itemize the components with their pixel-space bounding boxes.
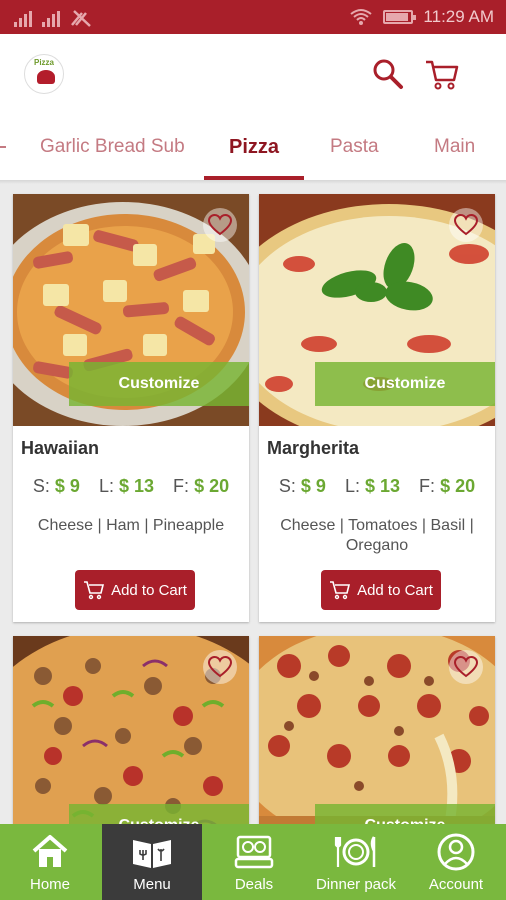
price-small-label: S:: [278, 476, 296, 496]
product-card-margherita[interactable]: Customize Margherita S: $ 9 L: $ 13 F: $…: [259, 194, 495, 622]
heart-icon: [208, 656, 232, 678]
wifi-icon: [350, 9, 373, 25]
price-family: $ 20: [440, 476, 476, 496]
home-icon: [32, 835, 68, 867]
app-header: Pizza: [0, 34, 506, 114]
dinner-icon: [334, 836, 376, 867]
nav-account[interactable]: Account: [406, 824, 506, 900]
ingredients-list: Cheese | Ham | Pineapple: [37, 517, 225, 534]
favorite-button[interactable]: [449, 208, 483, 242]
customize-button[interactable]: Customize: [315, 362, 495, 406]
signal-icon: [42, 11, 60, 27]
nav-home[interactable]: Home: [0, 824, 100, 900]
tab-pizza[interactable]: Pizza: [229, 136, 279, 159]
logo-pizza-icon: [37, 70, 55, 84]
price-large: $ 13: [364, 476, 401, 496]
add-to-cart-label: Add to Cart: [357, 581, 433, 599]
status-icons-right: 11:29 AM: [349, 7, 494, 27]
product-name: Margherita: [267, 438, 360, 458]
cart-icon: [426, 60, 459, 90]
price-list: S: $ 9 L: $ 13 F: $ 20: [13, 476, 249, 497]
app-logo[interactable]: Pizza: [24, 54, 64, 94]
search-icon: [373, 59, 403, 89]
price-family: $ 20: [194, 476, 230, 496]
tab-garlic-bread-sub[interactable]: Garlic Bread Sub: [40, 136, 185, 158]
price-large-label: L:: [98, 476, 114, 496]
nav-label: Menu: [133, 876, 171, 893]
nav-label: Account: [428, 876, 484, 893]
ingredients-list: Cheese | Tomatoes | Basil | Oregano: [280, 517, 474, 554]
price-small: $ 9: [54, 476, 80, 496]
menu-book-icon: [133, 840, 171, 868]
nav-dinner-pack[interactable]: Dinner pack: [306, 824, 406, 900]
price-large: $ 13: [118, 476, 155, 496]
price-family-label: F:: [173, 476, 190, 496]
add-to-cart-button[interactable]: Add to Cart: [75, 570, 195, 610]
signal-icon: [14, 11, 32, 27]
status-bar: 11:29 AM: [0, 0, 506, 34]
cart-button[interactable]: [424, 56, 460, 92]
tab-scroll-edge: [0, 146, 6, 148]
cart-icon: [330, 581, 351, 600]
logo-text: Pizza: [34, 58, 55, 67]
favorite-button[interactable]: [449, 650, 483, 684]
customize-button[interactable]: Customize: [69, 362, 249, 406]
product-name: Hawaiian: [21, 438, 100, 458]
nav-menu[interactable]: Menu: [102, 824, 202, 900]
add-to-cart-button[interactable]: Add to Cart: [321, 570, 441, 610]
product-image[interactable]: Customize: [259, 194, 495, 426]
add-to-cart-label: Add to Cart: [111, 581, 187, 599]
category-tabs: Garlic Bread Sub Pizza Pasta Main: [0, 114, 506, 180]
heart-icon: [454, 214, 478, 236]
heart-icon: [208, 214, 232, 236]
tab-main[interactable]: Main: [434, 136, 475, 158]
price-small: $ 9: [300, 476, 326, 496]
heart-icon: [454, 656, 478, 678]
status-icons-left: [14, 9, 92, 27]
price-list: S: $ 9 L: $ 13 F: $ 20: [259, 476, 495, 497]
price-small-label: S:: [32, 476, 50, 496]
favorite-button[interactable]: [203, 208, 237, 242]
no-data-icon: [71, 10, 91, 27]
product-image[interactable]: Customize: [13, 194, 249, 426]
nav-label: Dinner pack: [315, 876, 397, 893]
nav-deals[interactable]: Deals: [204, 824, 304, 900]
account-icon: [437, 833, 475, 871]
status-time: 11:29 AM: [423, 7, 494, 26]
tab-pasta[interactable]: Pasta: [330, 136, 379, 158]
bottom-navigation: Home Menu Deals Dinner pack Account: [0, 824, 506, 900]
deals-icon: [234, 835, 274, 869]
price-family-label: F:: [419, 476, 436, 496]
cart-icon: [84, 581, 105, 600]
product-card-hawaiian[interactable]: Customize Hawaiian S: $ 9 L: $ 13 F: $ 2…: [13, 194, 249, 622]
battery-icon: [383, 10, 417, 24]
favorite-button[interactable]: [203, 650, 237, 684]
search-button[interactable]: [370, 56, 406, 92]
nav-label: Deals: [234, 876, 274, 893]
price-large-label: L:: [344, 476, 360, 496]
nav-label: Home: [29, 876, 70, 893]
tabs-shadow: [0, 180, 506, 184]
